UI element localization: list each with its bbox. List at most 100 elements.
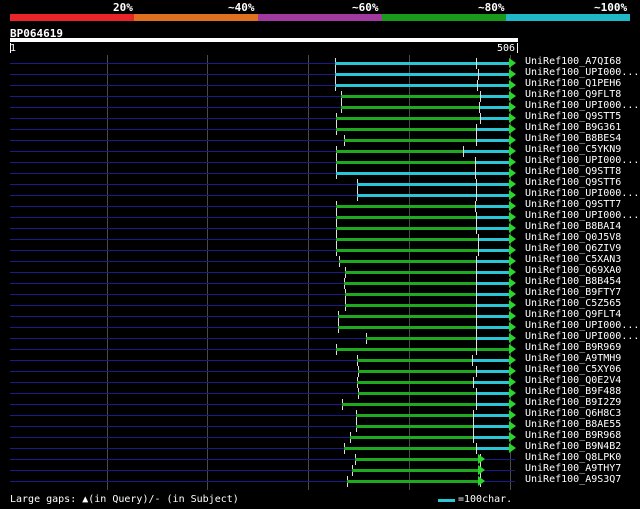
alignment-segment bbox=[335, 62, 476, 65]
query-end-tick bbox=[517, 43, 518, 53]
hit-label[interactable]: UniRef100_UPI000... bbox=[525, 331, 639, 342]
alignment-end-arrow-icon bbox=[509, 91, 516, 101]
alignment-segment bbox=[336, 128, 476, 131]
alignment-segment bbox=[477, 128, 511, 131]
legend-label: ~40% bbox=[228, 1, 255, 14]
hit-label[interactable]: UniRef100_Q69XA0 bbox=[525, 265, 621, 276]
alignment-segment bbox=[345, 271, 476, 274]
alignment-segment bbox=[357, 194, 476, 197]
hit-label[interactable]: UniRef100_B9I2Z9 bbox=[525, 397, 621, 408]
scale-label: =100char. bbox=[458, 494, 513, 505]
hit-label[interactable]: UniRef100_B9G361 bbox=[525, 122, 621, 133]
legend-segment bbox=[506, 14, 630, 21]
alignment-end-arrow-icon bbox=[509, 322, 516, 332]
legend-segment bbox=[382, 14, 506, 21]
alignment-end-arrow-icon bbox=[509, 168, 516, 178]
alignment-segment bbox=[355, 458, 480, 461]
alignment-segment bbox=[473, 359, 511, 362]
alignment-end-arrow-icon bbox=[509, 344, 516, 354]
hit-label[interactable]: UniRef100_A9TMH9 bbox=[525, 353, 621, 364]
alignment-end-arrow-icon bbox=[509, 135, 516, 145]
alignment-segment bbox=[336, 161, 475, 164]
alignment-segment bbox=[477, 293, 511, 296]
alignment-segment bbox=[477, 282, 511, 285]
hit-label[interactable]: UniRef100_Q6ZIV9 bbox=[525, 243, 621, 254]
alignment-segment bbox=[479, 73, 511, 76]
alignment-end-arrow-icon bbox=[509, 377, 516, 387]
alignment-segment bbox=[336, 150, 463, 153]
query-bar bbox=[10, 38, 518, 42]
alignment-segment bbox=[474, 381, 511, 384]
hit-label[interactable]: UniRef100_B8BES4 bbox=[525, 133, 621, 144]
alignment-segment bbox=[345, 293, 476, 296]
alignment-segment bbox=[474, 425, 511, 428]
alignment-segment bbox=[341, 95, 480, 98]
alignment-segment bbox=[335, 73, 478, 76]
hit-row[interactable]: UniRef100_A9S3Q7 bbox=[0, 474, 640, 487]
hit-label[interactable]: UniRef100_A7QI68 bbox=[525, 56, 621, 67]
hit-label[interactable]: UniRef100_UPI000... bbox=[525, 67, 639, 78]
hit-label[interactable]: UniRef100_C5XAN3 bbox=[525, 254, 621, 265]
alignment-segment bbox=[336, 117, 480, 120]
alignment-end-arrow-icon bbox=[478, 476, 485, 486]
hit-label[interactable]: UniRef100_UPI000... bbox=[525, 100, 639, 111]
alignment-end-arrow-icon bbox=[509, 201, 516, 211]
alignment-segment bbox=[357, 381, 473, 384]
alignment-segment bbox=[479, 238, 511, 241]
hit-label[interactable]: UniRef100_Q9FLT4 bbox=[525, 309, 621, 320]
hit-label[interactable]: UniRef100_UPI000... bbox=[525, 320, 639, 331]
hit-label[interactable]: UniRef100_Q9STT8 bbox=[525, 166, 621, 177]
hit-label[interactable]: UniRef100_Q9STT7 bbox=[525, 199, 621, 210]
alignment-segment bbox=[350, 436, 473, 439]
alignment-end-arrow-icon bbox=[509, 256, 516, 266]
hit-label[interactable]: UniRef100_B9FTY7 bbox=[525, 287, 621, 298]
alignment-segment bbox=[477, 260, 511, 263]
alignment-segment bbox=[474, 414, 511, 417]
hit-label[interactable]: UniRef100_Q1PEH6 bbox=[525, 78, 621, 89]
legend-label: ~100% bbox=[594, 1, 628, 14]
hit-label[interactable]: UniRef100_Q8LPK0 bbox=[525, 452, 621, 463]
alignment-end-arrow-icon bbox=[509, 333, 516, 343]
alignment-segment bbox=[477, 403, 511, 406]
hit-label[interactable]: UniRef100_UPI000... bbox=[525, 155, 639, 166]
alignment-segment bbox=[338, 326, 476, 329]
alignment-segment bbox=[344, 139, 476, 142]
alignment-segment bbox=[336, 238, 478, 241]
hit-label[interactable]: UniRef100_B8B454 bbox=[525, 276, 621, 287]
hit-label[interactable]: UniRef100_B8AE55 bbox=[525, 419, 621, 430]
alignment-end-arrow-icon bbox=[509, 366, 516, 376]
hit-label[interactable]: UniRef100_C5YKN9 bbox=[525, 144, 621, 155]
alignment-segment bbox=[338, 315, 476, 318]
hit-label[interactable]: UniRef100_Q9FLT8 bbox=[525, 89, 621, 100]
hit-label[interactable]: UniRef100_B9R969 bbox=[525, 342, 621, 353]
hit-label[interactable]: UniRef100_C5XY06 bbox=[525, 364, 621, 375]
alignment-segment bbox=[352, 469, 480, 472]
alignment-segment bbox=[477, 348, 511, 351]
hit-label[interactable]: UniRef100_UPI000... bbox=[525, 210, 639, 221]
hit-label[interactable]: UniRef100_B9F488 bbox=[525, 386, 621, 397]
alignment-segment bbox=[358, 392, 476, 395]
hit-label[interactable]: UniRef100_Q6H8C3 bbox=[525, 408, 621, 419]
alignment-segment bbox=[477, 139, 511, 142]
alignment-end-arrow-icon bbox=[509, 289, 516, 299]
hit-label[interactable]: UniRef100_B9N4B2 bbox=[525, 441, 621, 452]
query-start-label: 1 bbox=[10, 43, 17, 54]
hit-label[interactable]: UniRef100_UPI000... bbox=[525, 188, 639, 199]
alignment-segment bbox=[336, 348, 476, 351]
hit-label[interactable]: UniRef100_A9S3Q7 bbox=[525, 474, 621, 485]
legend-label: ~60% bbox=[352, 1, 379, 14]
hit-label[interactable]: UniRef100_Q0E2V4 bbox=[525, 375, 621, 386]
legend-segment bbox=[10, 14, 134, 21]
hit-label[interactable]: UniRef100_C5Z565 bbox=[525, 298, 621, 309]
hit-label[interactable]: UniRef100_Q0J5V8 bbox=[525, 232, 621, 243]
alignment-end-arrow-icon bbox=[509, 157, 516, 167]
hit-label[interactable]: UniRef100_Q9STT5 bbox=[525, 111, 621, 122]
alignment-segment bbox=[477, 370, 511, 373]
hit-label[interactable]: UniRef100_B8BAI4 bbox=[525, 221, 621, 232]
hit-label[interactable]: UniRef100_Q9STT6 bbox=[525, 177, 621, 188]
alignment-segment bbox=[476, 161, 511, 164]
hit-list: UniRef100_A7QI68 UniRef100_UPI000... UniRe… bbox=[0, 56, 640, 490]
alignment-end-arrow-icon bbox=[509, 212, 516, 222]
hit-label[interactable]: UniRef100_A9THY7 bbox=[525, 463, 621, 474]
hit-label[interactable]: UniRef100_B9R968 bbox=[525, 430, 621, 441]
